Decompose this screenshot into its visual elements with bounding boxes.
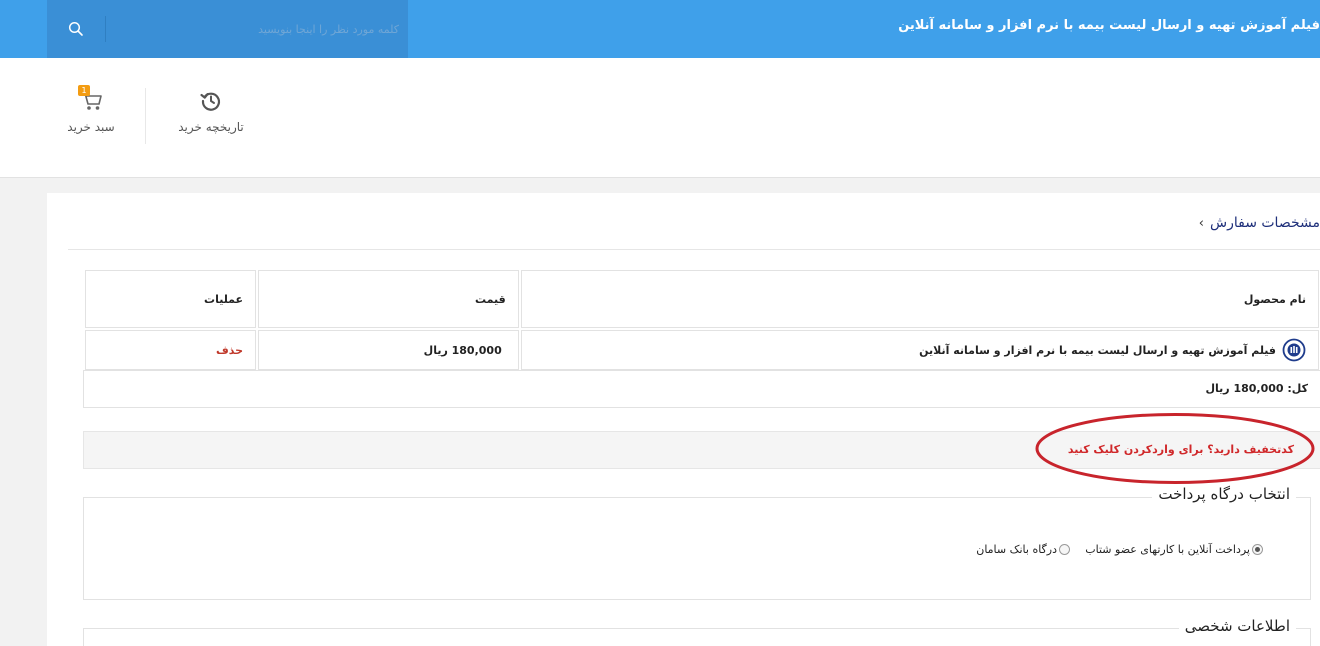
site-title: فیلم آموزش تهیه و ارسال لیست بیمه با نرم… — [898, 18, 1320, 33]
cart-icon-wrap: 1 — [56, 85, 126, 114]
column-header-name: نام محصول — [520, 270, 1319, 328]
header: 1 سبد خرید تاریخچه خرید — [0, 58, 1320, 178]
purchase-history-button[interactable]: تاریخچه خرید — [168, 88, 254, 134]
gateway-option-saman[interactable]: درگاه بانک سامان — [976, 543, 1070, 556]
cart-count-badge: 1 — [78, 85, 90, 96]
history-icon — [200, 92, 221, 111]
cart-button[interactable]: 1 سبد خرید — [56, 85, 126, 134]
chevron-right-icon: › — [1198, 215, 1204, 231]
gateway-option-shetab[interactable]: پرداخت آنلاین با کارتهای عضو شتاب — [1085, 543, 1263, 556]
order-title-text: مشخصات سفارش — [1210, 215, 1320, 231]
column-header-ops: عملیات — [85, 270, 257, 328]
gateway-option-label: درگاه بانک سامان — [976, 543, 1057, 556]
search-input[interactable] — [111, 14, 401, 44]
payment-gateway-title: انتخاب درگاه پرداخت — [1152, 485, 1296, 503]
order-card: مشخصات سفارش › نام محصول قیمت عملیات فیل… — [47, 193, 1320, 646]
history-icon-wrap — [168, 88, 254, 114]
top-bar: فیلم آموزش تهیه و ارسال لیست بیمه با نرم… — [0, 0, 1320, 58]
search-button[interactable] — [47, 0, 105, 58]
order-total: کل: 180,000 ریال — [83, 370, 1320, 408]
product-price-cell: 180,000 ریال — [258, 330, 519, 370]
history-label: تاریخچه خرید — [178, 120, 244, 134]
order-title: مشخصات سفارش › — [1199, 215, 1320, 231]
product-name: فیلم آموزش تهیه و ارسال لیست بیمه با نرم… — [919, 343, 1276, 357]
cart-label: سبد خرید — [67, 120, 115, 134]
radio-saman[interactable] — [1059, 544, 1070, 555]
title-divider — [68, 249, 1320, 250]
search-icon — [68, 21, 83, 36]
annotation-ellipse — [1035, 413, 1315, 484]
search-box — [47, 0, 408, 58]
product-ops-cell: حذف — [85, 330, 257, 370]
search-divider — [105, 16, 106, 42]
personal-info-section — [83, 628, 1311, 646]
order-items-table: نام محصول قیمت عملیات فیلم آموزش تهیه و … — [83, 268, 1320, 372]
product-name-cell: فیلم آموزش تهیه و ارسال لیست بیمه با نرم… — [520, 330, 1319, 370]
gateway-option-label: پرداخت آنلاین با کارتهای عضو شتاب — [1085, 543, 1250, 556]
column-header-price: قیمت — [258, 270, 519, 328]
table-row: فیلم آموزش تهیه و ارسال لیست بیمه با نرم… — [85, 330, 1319, 370]
delete-button[interactable]: حذف — [216, 344, 243, 357]
header-divider — [145, 88, 146, 144]
insurance-logo-icon — [1282, 338, 1306, 362]
personal-info-title: اطلاعات شخصی — [1178, 617, 1296, 635]
table-header-row: نام محصول قیمت عملیات — [85, 270, 1319, 328]
radio-shetab[interactable] — [1252, 544, 1263, 555]
